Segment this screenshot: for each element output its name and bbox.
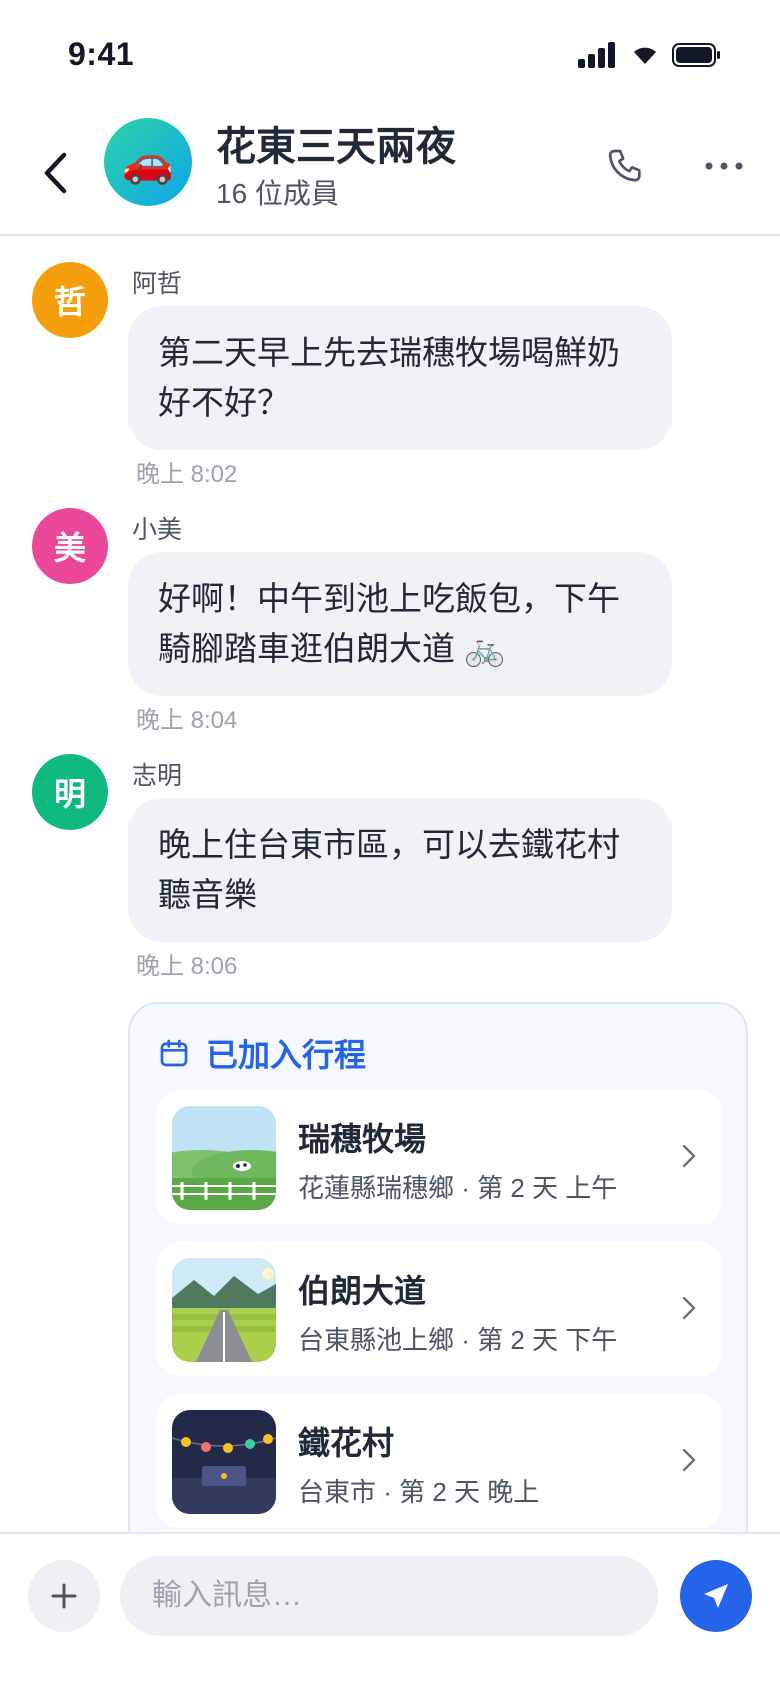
chevron-right-icon: [674, 1136, 704, 1176]
item-name: 伯朗大道: [298, 1273, 427, 1309]
pasture-thumbnail: [172, 1106, 276, 1210]
group-title: 花東三天兩夜: [216, 125, 456, 169]
item-name: 鐵花村: [298, 1425, 395, 1461]
message-time: 晚上 8:04: [136, 707, 238, 734]
battery-icon: [672, 43, 720, 67]
phone-icon: [608, 149, 641, 182]
message-bubble[interactable]: 第二天早上先去瑞穗牧場喝鮮奶好不好？: [128, 306, 672, 450]
member-count: 16 位成員: [216, 178, 339, 209]
message-time: 晚上 8:06: [136, 953, 238, 980]
car-icon: 🚗: [121, 137, 175, 185]
itinerary-title: 已加入行程: [206, 1037, 367, 1073]
item-meta: 花蓮縣瑞穗鄉 · 第 2 天 上午: [298, 1173, 618, 1203]
back-button[interactable]: [30, 138, 80, 208]
sender-name: 小美: [132, 516, 183, 544]
message-bubble[interactable]: 晚上住台東市區，可以去鐵花村聽音樂: [128, 798, 672, 942]
send-button[interactable]: [680, 1560, 752, 1632]
message-time: 晚上 8:02: [136, 461, 238, 488]
sender-avatar[interactable]: 明: [32, 754, 108, 830]
itinerary-header: 已加入行程: [158, 1030, 366, 1076]
send-icon: [704, 1584, 728, 1608]
message-composer: [0, 1532, 780, 1688]
sender-avatar[interactable]: 哲: [32, 262, 108, 338]
chevron-right-icon: [674, 1288, 704, 1328]
night-village-thumbnail: [172, 1410, 276, 1514]
calendar-icon: [160, 1039, 188, 1067]
status-time: 9:41: [68, 36, 135, 72]
itinerary-item[interactable]: 鐵花村 台東市 · 第 2 天 晚上: [156, 1394, 722, 1528]
plus-icon: [51, 1583, 77, 1609]
message-bubble[interactable]: 好啊！中午到池上吃飯包，下午騎腳踏車逛伯朗大道 🚲: [128, 552, 672, 696]
item-name: 瑞穗牧場: [298, 1121, 427, 1157]
itinerary-item[interactable]: 伯朗大道 台東縣池上鄉 · 第 2 天 下午: [156, 1242, 722, 1376]
more-button[interactable]: [696, 138, 752, 194]
more-dots-icon: [705, 162, 743, 170]
item-meta: 台東縣池上鄉 · 第 2 天 下午: [298, 1325, 618, 1355]
status-icons: [578, 42, 722, 68]
status-bar: 9:41: [0, 0, 780, 110]
wifi-icon: [634, 47, 656, 64]
itinerary-item[interactable]: 瑞穗牧場 花蓮縣瑞穗鄉 · 第 2 天 上午: [156, 1090, 722, 1224]
item-meta: 台東市 · 第 2 天 晚上: [298, 1477, 540, 1507]
attach-button[interactable]: [28, 1560, 100, 1632]
back-arrow-icon: [44, 152, 67, 194]
sender-name: 阿哲: [132, 270, 183, 298]
group-avatar[interactable]: 🚗: [104, 118, 192, 206]
message-input[interactable]: [120, 1556, 658, 1636]
itinerary-card: 已加入行程 瑞穗牧場 花蓮縣瑞穗鄉 · 第 2 天 上午 伯朗大道 台東縣池上鄉…: [128, 1002, 748, 1562]
sender-avatar[interactable]: 美: [32, 508, 108, 584]
call-button[interactable]: [598, 138, 654, 194]
road-thumbnail: [172, 1258, 276, 1362]
chevron-right-icon: [674, 1440, 704, 1480]
sender-name: 志明: [132, 762, 183, 790]
signal-icon: [578, 42, 615, 68]
chat-header: 🚗 花東三天兩夜 16 位成員: [0, 110, 780, 236]
